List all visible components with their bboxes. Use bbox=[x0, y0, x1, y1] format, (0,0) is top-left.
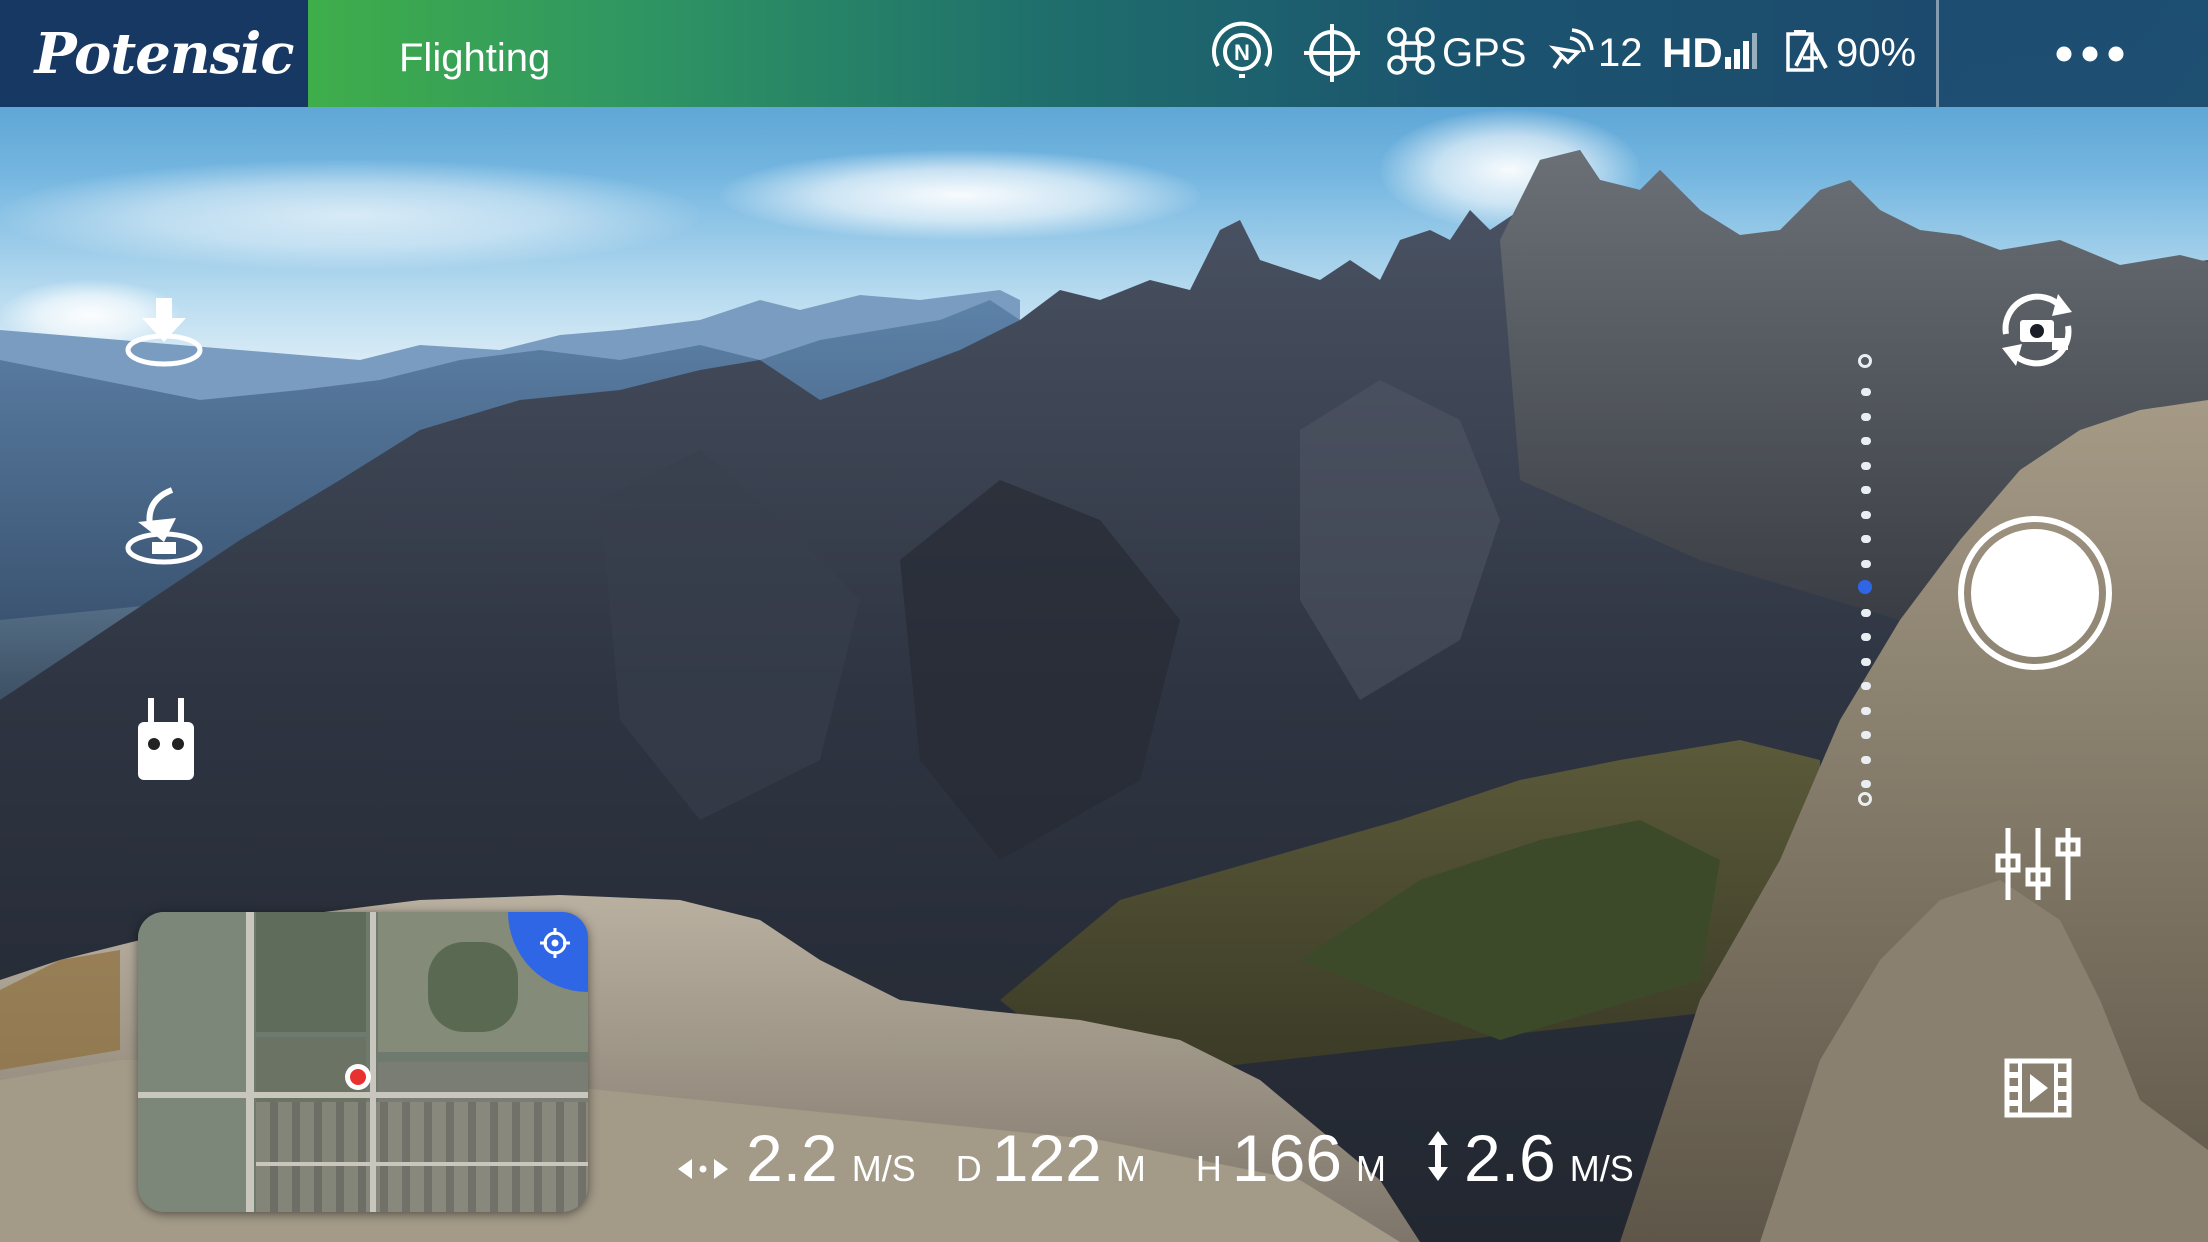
map-field bbox=[138, 912, 248, 1212]
return-home-icon[interactable] bbox=[122, 486, 206, 570]
battery-indicator[interactable]: 90% bbox=[1786, 20, 1916, 86]
compass-icon[interactable]: N bbox=[1208, 20, 1276, 86]
zoom-tick bbox=[1861, 510, 1871, 519]
height: H 166 M bbox=[1196, 1120, 1386, 1196]
zoom-min-marker bbox=[1858, 792, 1872, 806]
map-road bbox=[246, 912, 254, 1212]
gps-label: GPS bbox=[1442, 30, 1527, 75]
drone-position-marker bbox=[345, 1064, 371, 1090]
map-woodland bbox=[428, 942, 518, 1032]
zoom-tick bbox=[1861, 461, 1871, 470]
media-gallery-icon[interactable] bbox=[2004, 1058, 2072, 1118]
camera-switch-icon[interactable] bbox=[1992, 290, 2082, 370]
zoom-tick bbox=[1861, 608, 1871, 617]
satellite-icon bbox=[1548, 27, 1594, 79]
shutter-button[interactable] bbox=[1958, 516, 2112, 670]
settings-sliders-icon[interactable] bbox=[1994, 826, 2082, 902]
vertical-speed-unit: M/S bbox=[1569, 1148, 1634, 1189]
remote-controller-icon[interactable] bbox=[134, 698, 198, 784]
satellite-indicator[interactable]: 12 bbox=[1548, 20, 1643, 86]
horizontal-arrows-icon bbox=[678, 1157, 728, 1186]
map-houses bbox=[256, 1102, 588, 1212]
crosshair-icon[interactable] bbox=[1302, 20, 1362, 86]
horizontal-speed-value: 2.2 bbox=[746, 1121, 838, 1195]
height-unit: M bbox=[1356, 1148, 1387, 1189]
brand-name: Potensic bbox=[34, 20, 294, 87]
more-icon[interactable] bbox=[2020, 22, 2160, 86]
zoom-tick bbox=[1861, 657, 1871, 666]
height-label: H bbox=[1195, 1148, 1222, 1189]
zoom-tick bbox=[1861, 633, 1871, 641]
zoom-slider[interactable] bbox=[1858, 354, 1872, 808]
battery-percent: 90% bbox=[1836, 30, 1917, 75]
zoom-tick bbox=[1861, 437, 1871, 445]
battery-icon bbox=[1786, 28, 1832, 79]
hd-label: HD bbox=[1662, 29, 1723, 76]
vertical-speed-value: 2.6 bbox=[1464, 1121, 1556, 1195]
flight-status-text: Flighting bbox=[399, 36, 551, 80]
zoom-tick bbox=[1861, 486, 1871, 494]
map-field bbox=[256, 912, 366, 1032]
height-value: 166 bbox=[1231, 1121, 1343, 1195]
distance: D 122 M bbox=[956, 1120, 1146, 1196]
takeoff-icon[interactable] bbox=[122, 296, 206, 370]
compass-letter: N bbox=[1234, 40, 1250, 65]
drone-icon bbox=[1386, 26, 1436, 81]
zoom-tick bbox=[1861, 682, 1871, 690]
video-signal-indicator[interactable]: HD bbox=[1662, 20, 1757, 86]
zoom-tick bbox=[1861, 731, 1871, 739]
shutter-button-inner bbox=[1971, 529, 2099, 657]
map-road bbox=[138, 1092, 588, 1098]
telemetry-bar: 2.2 M/S D 122 M H 166 M 2.6 M/S bbox=[678, 1120, 1634, 1210]
distance-value: 122 bbox=[991, 1121, 1102, 1195]
zoom-tick bbox=[1861, 780, 1871, 788]
locate-icon bbox=[540, 928, 570, 958]
signal-icon bbox=[1724, 32, 1757, 74]
map-road bbox=[256, 1162, 588, 1166]
zoom-tick bbox=[1861, 706, 1871, 715]
horizontal-speed-unit: M/S bbox=[851, 1148, 916, 1189]
distance-label: D bbox=[955, 1148, 982, 1189]
horizontal-speed: 2.2 M/S bbox=[678, 1120, 916, 1196]
gps-indicator[interactable]: GPS bbox=[1386, 20, 1526, 86]
zoom-tick bbox=[1861, 388, 1871, 396]
zoom-tick bbox=[1861, 559, 1871, 568]
zoom-tick bbox=[1861, 412, 1871, 421]
vertical-arrows-icon bbox=[1426, 1131, 1450, 1186]
distance-unit: M bbox=[1115, 1148, 1146, 1189]
brand-logo: Potensic bbox=[0, 0, 308, 107]
topbar-divider bbox=[1936, 0, 1939, 107]
zoom-tick bbox=[1861, 755, 1871, 764]
zoom-thumb[interactable] bbox=[1858, 580, 1872, 594]
zoom-max-marker bbox=[1858, 354, 1872, 368]
zoom-tick bbox=[1861, 535, 1871, 543]
minimap[interactable] bbox=[138, 912, 588, 1212]
vertical-speed: 2.6 M/S bbox=[1426, 1120, 1634, 1196]
map-road bbox=[370, 912, 376, 1212]
satellite-count: 12 bbox=[1598, 30, 1643, 75]
